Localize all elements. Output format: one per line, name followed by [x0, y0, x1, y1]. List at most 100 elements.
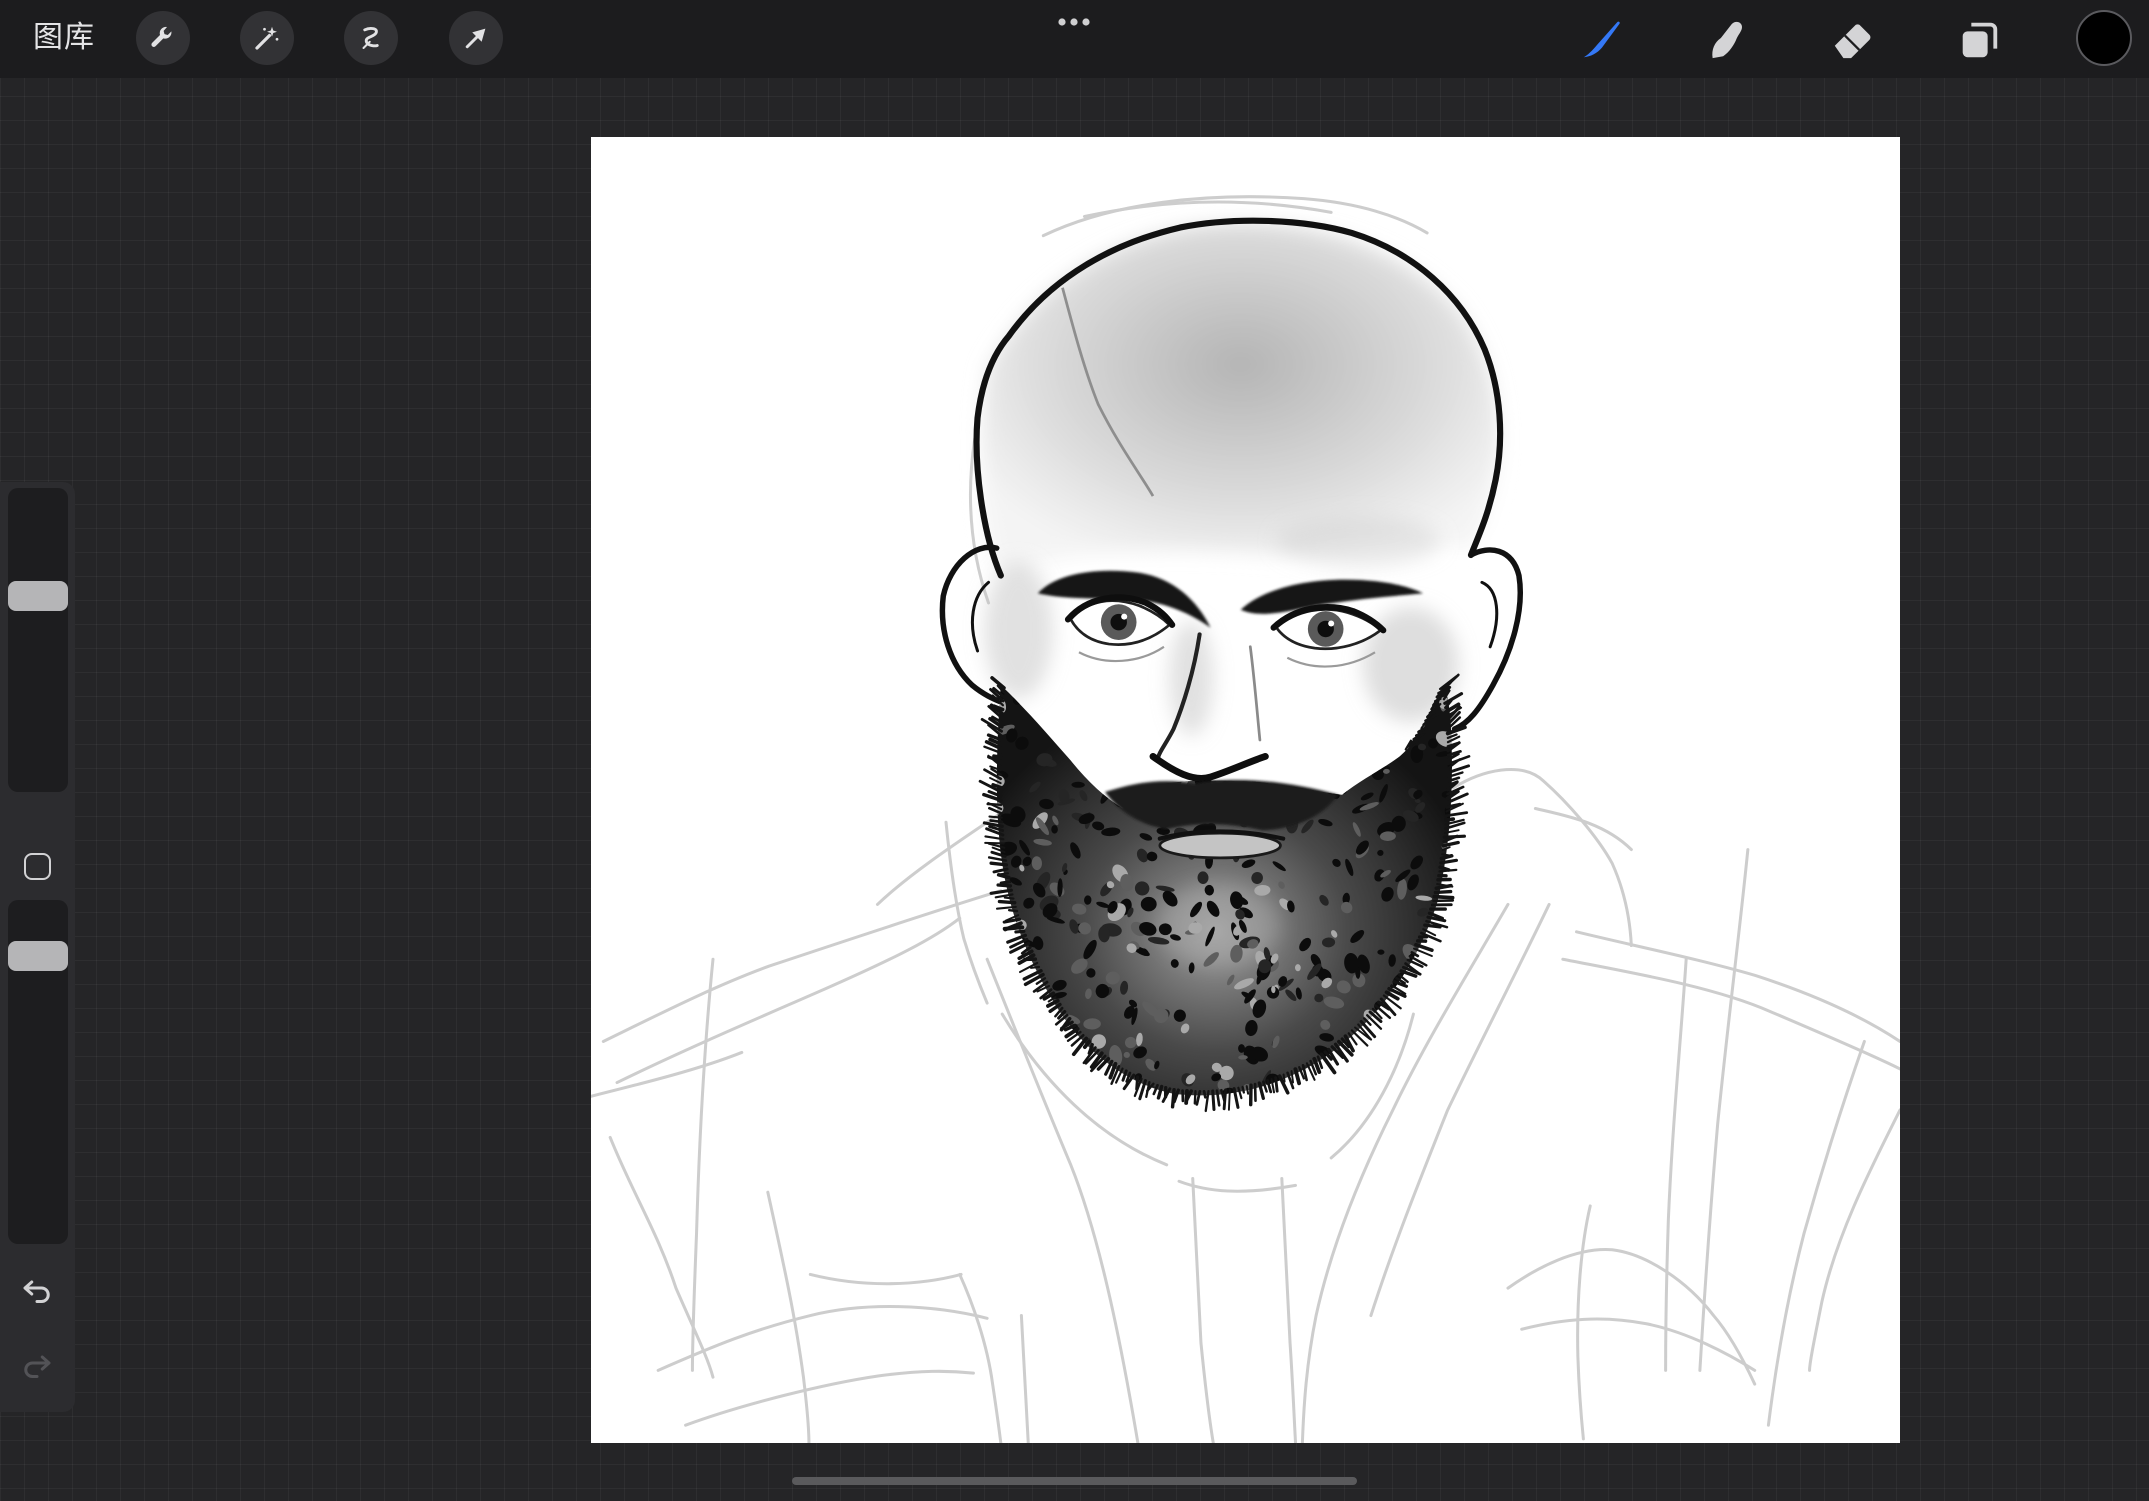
beard-hair-spot: [1012, 1094, 1030, 1096]
beard-edge-strand: [1014, 929, 1026, 934]
sketch-stroke: [944, 820, 989, 1005]
beard-hair-spot: [1338, 713, 1355, 732]
beard-edge-strand: [1444, 817, 1456, 822]
beard-hair-spot: [1057, 726, 1068, 740]
beard: [978, 673, 1471, 1113]
beard-hair-spot: [1004, 1085, 1016, 1096]
undo-icon[interactable]: [19, 1273, 55, 1309]
beard-edge-strand: [1029, 965, 1041, 969]
beard-hair-spot: [1371, 1075, 1386, 1093]
beard-hair-spot: [1221, 697, 1239, 708]
beard-hair-spot: [1151, 735, 1160, 741]
beard-hair-spot: [996, 1035, 1003, 1048]
sketch-stroke: [615, 916, 962, 1085]
sketch-stroke: [1808, 1108, 1900, 1372]
beard-hair-spot: [1152, 701, 1164, 711]
beard-hair-spot: [1051, 825, 1058, 834]
beard-hair-spot: [1295, 1092, 1308, 1096]
beard-hair-spot: [1131, 756, 1148, 769]
eraser-icon: [1834, 24, 1871, 59]
beard-hair-spot: [1442, 913, 1452, 934]
beard-hair-spot: [1217, 697, 1225, 704]
right-ear: [1451, 547, 1523, 732]
sketch-stroke: [684, 1369, 975, 1427]
beard-edge-strand: [1433, 889, 1453, 895]
beard-hair-spot: [1310, 770, 1319, 783]
beard-edge-strand: [989, 819, 1004, 824]
modify-button[interactable]: [21, 850, 53, 882]
beard-hair-spot: [1114, 1090, 1132, 1096]
selection-button[interactable]: [344, 11, 398, 65]
beard-hair-spot: [996, 1016, 1001, 1035]
color-picker-swatch[interactable]: [2076, 10, 2132, 66]
beard-hair-spot: [1097, 752, 1111, 766]
beard-hair-spot: [1105, 1095, 1121, 1096]
sketch-stroke: [958, 1272, 1003, 1443]
erase-tool-button[interactable]: [1830, 16, 1876, 62]
brush-size-slider[interactable]: [8, 488, 68, 792]
beard-hair-spot: [1220, 745, 1242, 758]
beard-edge-strand: [1202, 1089, 1207, 1099]
layers-button[interactable]: [1956, 16, 2002, 62]
beard-hair-spot: [1344, 738, 1362, 751]
beard-hair-spot: [1353, 1062, 1360, 1074]
beard-edge-strand: [1241, 1085, 1246, 1094]
drawing-canvas[interactable]: [591, 137, 1900, 1443]
beard-hair-spot: [1272, 685, 1283, 687]
beard-hair-spot: [1327, 1083, 1336, 1093]
square-icon: [23, 852, 51, 880]
more-dots-icon[interactable]: [1054, 16, 1094, 28]
beard-hair-spot: [1208, 744, 1225, 760]
top-toolbar: 图库: [0, 0, 2149, 78]
magic-wand-icon: [255, 26, 279, 50]
beard-hair-spot: [1085, 687, 1098, 698]
beard-edge-strand: [1002, 925, 1025, 931]
redo-icon[interactable]: [19, 1348, 55, 1384]
home-indicator: [792, 1477, 1357, 1485]
beard-hair-spot: [1277, 685, 1293, 691]
beard-hair-spot: [1421, 1074, 1430, 1086]
left-sidebar: [0, 482, 75, 1412]
sketch-stroke: [601, 889, 1003, 1043]
gallery-button[interactable]: 图库: [33, 20, 95, 56]
beard-hair-spot: [1044, 703, 1064, 713]
brush-size-slider-thumb[interactable]: [8, 581, 68, 612]
sketch-stroke: [1280, 1177, 1298, 1443]
beard-hair-spot: [1332, 1091, 1340, 1096]
actions-button[interactable]: [136, 11, 190, 65]
brush-opacity-slider-thumb[interactable]: [8, 940, 68, 971]
beard-hair-spot: [996, 1094, 1006, 1096]
mouth: [1157, 829, 1286, 860]
sketch-stroke: [1177, 1179, 1298, 1193]
smudge-tool-button[interactable]: [1704, 16, 1750, 62]
beard-hair-spot: [1029, 999, 1043, 1010]
beard-hair-spot: [1441, 1028, 1452, 1043]
beard-hair-spot: [1130, 750, 1146, 766]
brush-opacity-slider[interactable]: [8, 900, 68, 1244]
beard-hair-spot: [1235, 685, 1249, 689]
beard-edge-strand: [1007, 908, 1019, 913]
brush-icon: [1583, 21, 1620, 58]
right-eye: [1270, 604, 1387, 668]
paint-tool-button[interactable]: [1578, 16, 1624, 62]
beard-hair-spot: [1132, 698, 1141, 711]
beard-hair-spot: [1317, 1092, 1331, 1096]
beard-hair-spot: [1021, 1074, 1030, 1091]
beard-edge-strand: [1003, 896, 1015, 900]
sketch-stroke: [1520, 1317, 1757, 1372]
transform-button[interactable]: [449, 11, 503, 65]
beard-hair-spot: [1118, 701, 1126, 709]
beard-edge-strand: [1432, 894, 1455, 900]
beard-hair-spot: [1272, 769, 1290, 779]
beard-hair-spot: [1047, 1036, 1057, 1054]
beard-hair-spot: [1064, 685, 1085, 697]
beard-edge-strand: [1193, 1090, 1197, 1105]
adjustments-button[interactable]: [240, 11, 294, 65]
beard-edge-strand: [1282, 1073, 1286, 1083]
beard-hair-spot: [1119, 1095, 1138, 1108]
beard-hair-spot: [1247, 710, 1261, 720]
beard-edge-strand: [1227, 1088, 1231, 1111]
transform-arrow-icon: [465, 28, 486, 49]
sketch-stroke: [1082, 200, 1333, 218]
beard-hair-spot: [1152, 724, 1159, 740]
